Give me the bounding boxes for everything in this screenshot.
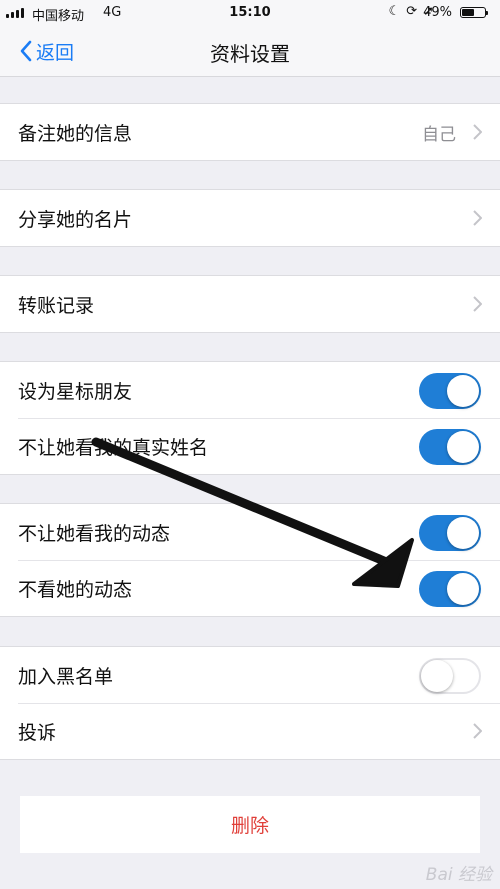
hide-real-name-row: 不让她看我的真实姓名 <box>0 418 500 474</box>
report-label: 投诉 <box>18 721 57 744</box>
group-share: 分享她的名片 <box>0 189 500 247</box>
report-row[interactable]: 投诉 <box>0 703 500 759</box>
battery-percent: 49% <box>423 5 452 20</box>
status-bar: 中国移动 4G 15:10 ☾⟳➚ 49% <box>0 0 500 26</box>
hide-her-moments-row: 不看她的动态 <box>0 560 500 616</box>
hide-my-moments-row: 不让她看我的动态 <box>0 504 500 560</box>
blacklist-label: 加入黑名单 <box>18 665 114 688</box>
page-title: 资料设置 <box>210 42 290 66</box>
remark-label: 备注她的信息 <box>18 122 133 145</box>
hide-her-moments-label: 不看她的动态 <box>18 578 133 601</box>
orientation-lock-icon: ⟳ <box>406 4 424 19</box>
battery-icon <box>460 7 488 18</box>
hide-my-moments-label: 不让她看我的动态 <box>18 522 171 545</box>
hide-my-moments-toggle[interactable] <box>419 515 481 551</box>
transfer-row[interactable]: 转账记录 <box>0 276 500 332</box>
group-transfer: 转账记录 <box>0 275 500 333</box>
delete-button[interactable]: 删除 <box>20 796 480 853</box>
star-friend-label: 设为星标朋友 <box>18 380 133 403</box>
star-friend-row: 设为星标朋友 <box>0 362 500 418</box>
chevron-right-icon <box>473 124 482 140</box>
share-card-row[interactable]: 分享她的名片 <box>0 190 500 246</box>
watermark: Bai 经验 <box>425 865 492 885</box>
blacklist-row: 加入黑名单 <box>0 647 500 703</box>
group-moments: 不让她看我的动态 不看她的动态 <box>0 503 500 617</box>
group-privacy: 设为星标朋友 不让她看我的真实姓名 <box>0 361 500 475</box>
group-remark: 备注她的信息 自己 <box>0 103 500 161</box>
hide-real-name-toggle[interactable] <box>419 429 481 465</box>
share-card-label: 分享她的名片 <box>18 208 133 231</box>
transfer-label: 转账记录 <box>18 294 95 317</box>
remark-row[interactable]: 备注她的信息 自己 <box>0 104 500 160</box>
blacklist-toggle[interactable] <box>419 658 481 694</box>
chevron-right-icon <box>473 723 482 739</box>
remark-detail: 自己 <box>422 124 456 145</box>
chevron-right-icon <box>473 296 482 312</box>
nav-bar: 返回 资料设置 <box>0 26 500 77</box>
hide-her-moments-toggle[interactable] <box>419 571 481 607</box>
moon-icon: ☾ <box>388 4 407 19</box>
hide-real-name-label: 不让她看我的真实姓名 <box>18 436 209 459</box>
chevron-right-icon <box>473 210 482 226</box>
star-friend-toggle[interactable] <box>419 373 481 409</box>
group-block: 加入黑名单 投诉 <box>0 646 500 760</box>
